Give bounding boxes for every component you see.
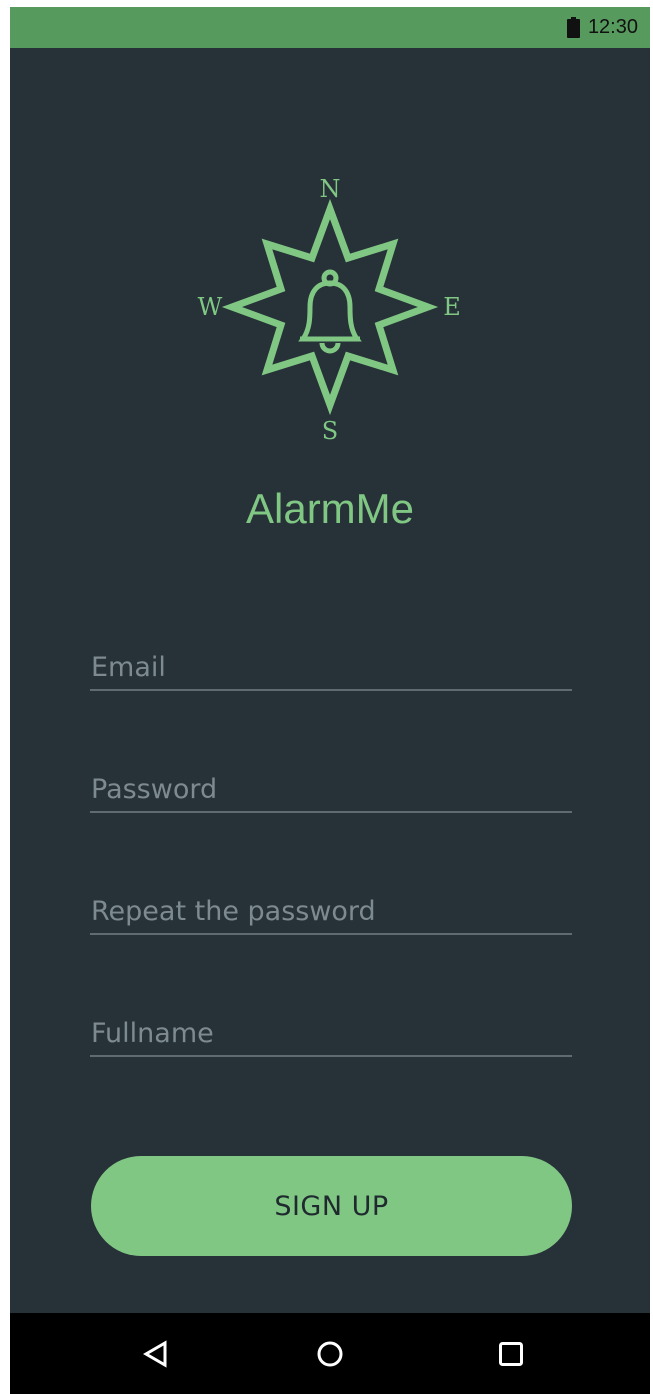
sign-up-button[interactable]: SIGN UP <box>91 1156 572 1256</box>
status-bar: 12:30 <box>10 7 650 48</box>
back-button[interactable] <box>116 1313 196 1394</box>
fullname-input[interactable] <box>90 1011 572 1055</box>
compass-bell-logo: N E S W <box>198 175 461 445</box>
back-triangle-icon <box>143 1339 167 1368</box>
status-time: 12:30 <box>587 16 638 38</box>
compass-star-icon <box>221 198 439 416</box>
bell-icon <box>298 269 362 354</box>
battery-icon <box>566 17 580 38</box>
phone-screen: 12:30 N E S W AlarmMe SIGN UP <box>10 7 650 1394</box>
email-field-wrapper <box>90 645 572 691</box>
recents-button[interactable] <box>471 1313 551 1394</box>
compass-s-label: S <box>322 417 338 445</box>
compass-n-label: N <box>320 175 341 203</box>
repeat-password-field-wrapper <box>90 889 572 935</box>
fullname-field-wrapper <box>90 1011 572 1057</box>
password-input[interactable] <box>90 767 572 811</box>
password-field-wrapper <box>90 767 572 813</box>
recents-square-icon <box>499 1341 523 1366</box>
app-title: AlarmMe <box>245 485 415 532</box>
repeat-password-input[interactable] <box>90 889 572 933</box>
home-circle-icon <box>317 1341 343 1366</box>
navigation-bar <box>10 1313 650 1394</box>
email-input[interactable] <box>90 645 572 689</box>
compass-e-label: E <box>443 293 461 321</box>
home-button[interactable] <box>290 1313 370 1394</box>
compass-w-label: W <box>198 293 223 321</box>
